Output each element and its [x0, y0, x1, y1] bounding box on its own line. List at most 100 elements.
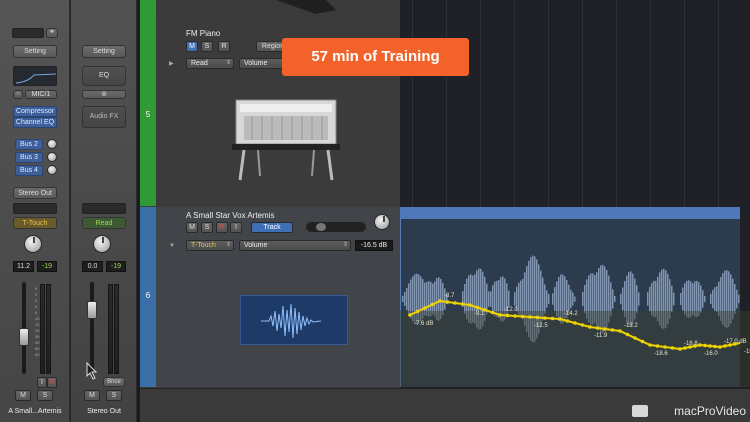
automation-node[interactable]	[513, 314, 517, 318]
automation-node[interactable]	[498, 313, 502, 317]
automation-node[interactable]	[490, 310, 495, 315]
disclosure-triangle-icon[interactable]: ▼	[169, 243, 175, 249]
input-slot[interactable]: MIC/1	[25, 90, 57, 99]
automation-node[interactable]	[423, 306, 427, 310]
automation-node[interactable]	[408, 313, 412, 317]
output-slot[interactable]: Stereo Out	[13, 187, 57, 199]
automation-node[interactable]	[640, 339, 645, 344]
pan-knob[interactable]	[93, 235, 111, 253]
link-icon[interactable]: ⚭	[46, 28, 58, 38]
setting-button[interactable]: Setting	[82, 45, 126, 58]
eq-thumbnail[interactable]	[13, 66, 57, 86]
bounce-button[interactable]: Bnce	[103, 377, 125, 387]
send-knob-icon[interactable]	[47, 139, 58, 149]
volume-fader[interactable]	[19, 327, 29, 346]
automation-node[interactable]	[655, 344, 660, 348]
input-monitor-button[interactable]: I	[230, 222, 242, 233]
automation-node[interactable]	[595, 326, 600, 330]
automation-node[interactable]	[648, 343, 652, 347]
volume-fader[interactable]	[87, 300, 97, 319]
automation-node[interactable]	[588, 325, 592, 329]
link-icon[interactable]: ⊚	[82, 90, 126, 99]
volume-slider[interactable]	[306, 222, 366, 232]
gain-slot[interactable]	[12, 28, 44, 38]
send-bus-2[interactable]: Bus 2	[15, 139, 43, 150]
watermark: macProVideo	[674, 404, 746, 418]
automation-node[interactable]	[468, 303, 472, 307]
plugin-compressor[interactable]: Compressor	[13, 106, 57, 117]
automation-mode[interactable]: T-Touch	[13, 217, 57, 229]
track-button[interactable]: Track	[251, 222, 293, 233]
record-button[interactable]: R	[47, 377, 57, 388]
automation-node[interactable]	[520, 314, 525, 319]
group-slot[interactable]	[82, 203, 126, 214]
mute-button[interactable]: M	[186, 41, 198, 52]
input-format-icon[interactable]: ○	[13, 90, 23, 99]
automation-node[interactable]	[713, 344, 717, 349]
waveform: -7.6 dB -8.7 -9.1 -12.0 -12.5 -14.2 -11.9 -13.2…	[400, 255, 750, 387]
automation-node[interactable]	[453, 301, 457, 305]
eq-slot[interactable]: EQ	[82, 66, 126, 86]
automation-node[interactable]	[565, 319, 570, 323]
pan-knob[interactable]	[374, 214, 390, 230]
automation-mode[interactable]: Read	[82, 217, 126, 229]
slider-thumb[interactable]	[316, 223, 326, 231]
automation-mode-select[interactable]: Read	[186, 58, 234, 69]
track-name[interactable]: FM Piano	[186, 29, 220, 38]
automation-node[interactable]	[708, 344, 712, 348]
automation-node[interactable]	[663, 345, 667, 349]
automation-node[interactable]	[558, 317, 562, 321]
automation-node[interactable]	[718, 345, 722, 349]
automation-node[interactable]	[618, 329, 622, 333]
input-monitor-button[interactable]: I	[37, 377, 47, 388]
send-knob-icon[interactable]	[47, 152, 58, 162]
send-knob-icon[interactable]	[47, 165, 58, 175]
plugin-channel-eq[interactable]: Channel EQ	[13, 117, 57, 128]
automation-node[interactable]	[603, 327, 607, 331]
automation-node[interactable]	[698, 343, 702, 347]
pan-knob[interactable]	[24, 235, 42, 253]
solo-button[interactable]: S	[106, 390, 122, 401]
automation-node[interactable]	[633, 336, 637, 340]
mute-button[interactable]: M	[15, 390, 31, 401]
track-name[interactable]: A Small Star Vox Artemis	[186, 211, 274, 220]
automation-node[interactable]	[678, 347, 682, 351]
track-header-vox[interactable]: A Small Star Vox Artemis M S R I Track ▼…	[156, 207, 400, 387]
record-button[interactable]: R	[218, 41, 230, 52]
disclosure-triangle-icon[interactable]: ▶	[169, 60, 174, 67]
automation-node[interactable]	[703, 343, 707, 348]
automation-param-select[interactable]: Volume	[239, 240, 351, 251]
automation-node[interactable]	[505, 313, 510, 318]
automation-node[interactable]	[543, 316, 547, 320]
solo-button[interactable]: S	[37, 390, 53, 401]
setting-button[interactable]: Setting	[13, 45, 57, 58]
automation-node[interactable]	[670, 346, 675, 350]
waveform-sample	[552, 293, 554, 305]
automation-node[interactable]	[460, 302, 465, 306]
group-slot[interactable]	[13, 203, 57, 214]
audio-fx-slot[interactable]: Audio FX	[82, 106, 126, 128]
automation-node[interactable]	[445, 300, 450, 304]
solo-button[interactable]: S	[201, 222, 213, 233]
waveform-sample	[492, 285, 494, 313]
automation-node[interactable]	[535, 315, 540, 320]
automation-node[interactable]	[550, 316, 555, 321]
send-bus-4[interactable]: Bus 4	[15, 165, 43, 176]
automation-node[interactable]	[475, 305, 480, 310]
track-header-partial[interactable]	[156, 0, 400, 22]
send-bus-3[interactable]: Bus 3	[15, 152, 43, 163]
automation-node[interactable]	[438, 299, 442, 303]
automation-node[interactable]	[625, 332, 630, 337]
solo-button[interactable]: S	[201, 41, 213, 52]
automation-node[interactable]	[430, 302, 435, 307]
automation-mode-select[interactable]: T-Touch	[186, 240, 234, 251]
automation-node[interactable]	[415, 309, 420, 314]
automation-node[interactable]	[528, 315, 532, 319]
record-button[interactable]: R	[216, 222, 228, 233]
mute-button[interactable]: M	[84, 390, 100, 401]
automation-node[interactable]	[580, 323, 585, 327]
automation-node[interactable]	[610, 328, 615, 332]
automation-node[interactable]	[573, 321, 577, 325]
region-header[interactable]	[400, 207, 740, 219]
mute-button[interactable]: M	[186, 222, 198, 233]
